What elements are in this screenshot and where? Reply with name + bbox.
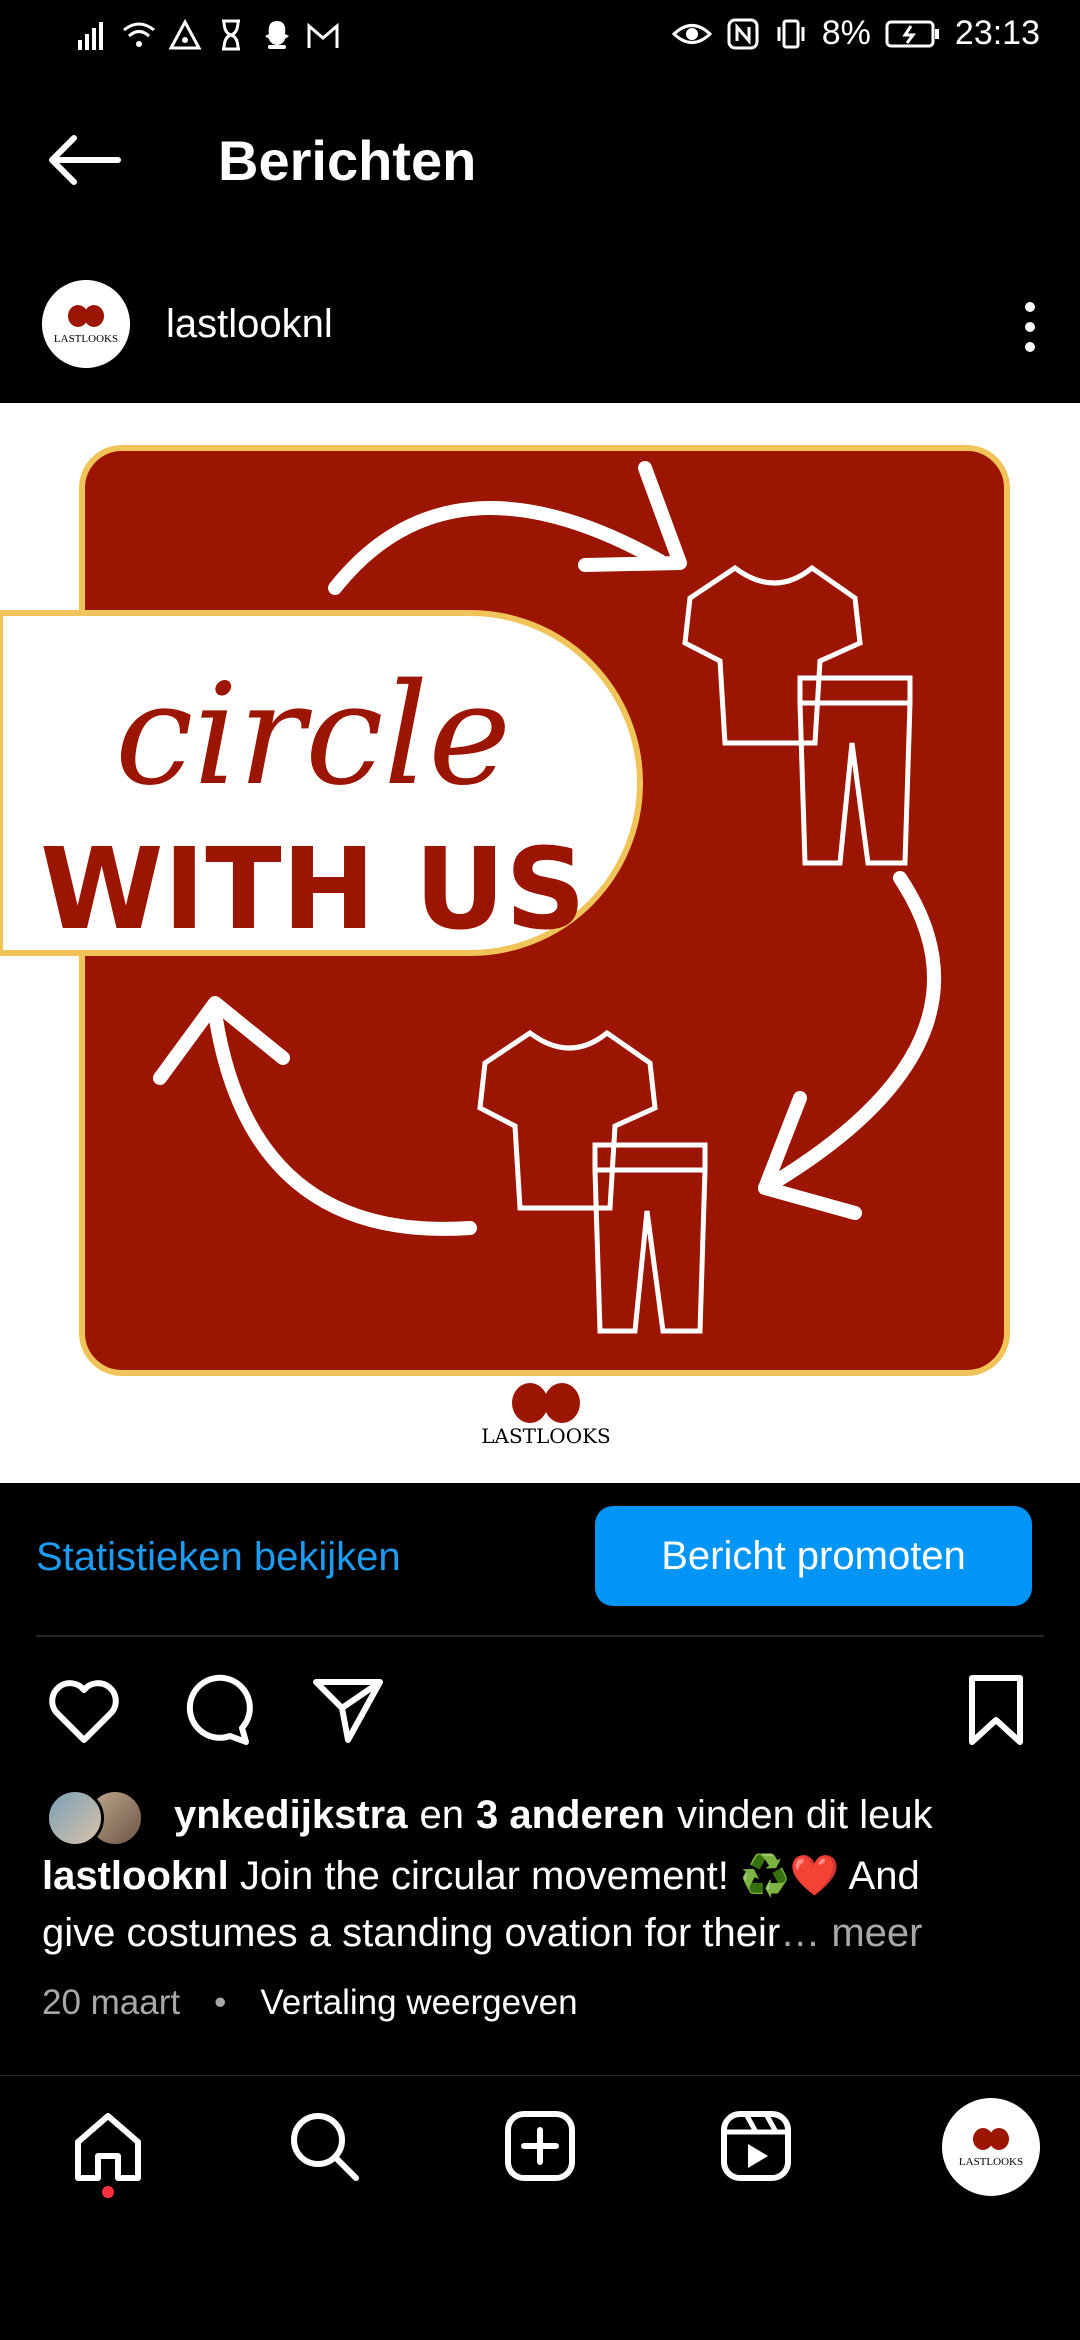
top-bar: Berichten (0, 110, 1080, 210)
signal-icon (78, 22, 103, 50)
promote-post-button[interactable]: Bericht promoten (595, 1506, 1032, 1606)
status-left-icons (76, 18, 340, 52)
save-bookmark-icon[interactable] (956, 1670, 1036, 1750)
caption-more-link[interactable]: meer (831, 1911, 922, 1955)
nfc-icon (727, 18, 759, 49)
lastlooks-logo: LASTLOOKS (945, 2101, 1037, 2193)
caption-username[interactable]: lastlooknl (42, 1854, 229, 1898)
post-meta: 20 maart • Vertaling weergeven (42, 1983, 578, 2023)
liker-username[interactable]: ynkedijkstra (174, 1793, 407, 1838)
svg-text:LASTLOOKS: LASTLOOKS (959, 2156, 1023, 2168)
reels-icon[interactable] (716, 2106, 796, 2186)
status-bar: 8% 23:13 (0, 0, 1080, 80)
circle-with-us-graphic: circle WITH US LASTLOOKS (0, 445, 1010, 1448)
page-title: Berichten (218, 129, 477, 192)
hourglass-icon (222, 19, 240, 51)
share-icon[interactable] (308, 1670, 388, 1750)
post-actions (0, 1670, 1080, 1750)
likes-and: en (419, 1792, 464, 1837)
like-heart-icon[interactable] (44, 1670, 124, 1750)
caption-line1: Join the circular movement! ♻️❤️ And (239, 1854, 920, 1898)
vibrate-icon (777, 19, 805, 48)
status-right: 8% 23:13 (671, 14, 1040, 53)
bottom-navigation: LASTLOOKS (0, 2075, 1080, 2206)
graphic-script-text: circle (115, 654, 511, 817)
caption-line2: give costumes a standing ovation for the… (42, 1911, 781, 1955)
likes-summary[interactable]: ynkedijkstra en 3 anderen vinden dit leu… (42, 1785, 1042, 1847)
likes-others[interactable]: 3 anderen (476, 1793, 665, 1838)
liker-avatars (42, 1787, 152, 1847)
graphic-bold-text: WITH US (40, 825, 586, 955)
svg-text:LASTLOOKS: LASTLOOKS (54, 333, 118, 345)
separator-dot: • (214, 1983, 227, 2022)
likes-suffix: vinden dit leuk (676, 1792, 933, 1837)
home-notification-dot (102, 2186, 114, 2198)
status-time: 23:13 (954, 14, 1040, 52)
lastlooks-bottom-logo: LASTLOOKS (481, 1383, 611, 1448)
author-username[interactable]: lastlooknl (166, 302, 333, 347)
post-caption: lastlooknl Join the circular movement! ♻… (42, 1848, 1042, 1962)
more-options-icon[interactable] (1020, 300, 1040, 354)
comment-icon[interactable] (176, 1670, 256, 1750)
post-image[interactable]: circle WITH US LASTLOOKS (0, 403, 1080, 1483)
hotspot-icon (168, 18, 202, 50)
see-translation-link[interactable]: Vertaling weergeven (260, 1983, 577, 2023)
snapchat-icon (265, 21, 289, 49)
eye-icon (671, 23, 712, 44)
back-arrow-icon[interactable] (44, 130, 124, 190)
post-header: LASTLOOKS lastlooknl (0, 280, 1080, 380)
author-avatar[interactable]: LASTLOOKS (42, 280, 130, 368)
caption-ellipsis: … (780, 1911, 821, 1955)
search-icon[interactable] (284, 2106, 364, 2186)
battery-icon (885, 20, 939, 47)
create-icon[interactable] (500, 2106, 580, 2186)
graphic-logo-text: LASTLOOKS (481, 1424, 610, 1448)
wifi-icon (123, 22, 155, 47)
profile-avatar[interactable]: LASTLOOKS (942, 2098, 1040, 2196)
post-date: 20 maart (42, 1983, 181, 2022)
view-insights-link[interactable]: Statistieken bekijken (36, 1535, 401, 1580)
liker-avatar (46, 1789, 104, 1847)
gmail-icon (307, 22, 339, 48)
lastlooks-logo: LASTLOOKS (42, 280, 130, 368)
divider (36, 1635, 1044, 1637)
home-icon[interactable] (68, 2106, 148, 2186)
battery-percent: 8% (821, 14, 871, 52)
